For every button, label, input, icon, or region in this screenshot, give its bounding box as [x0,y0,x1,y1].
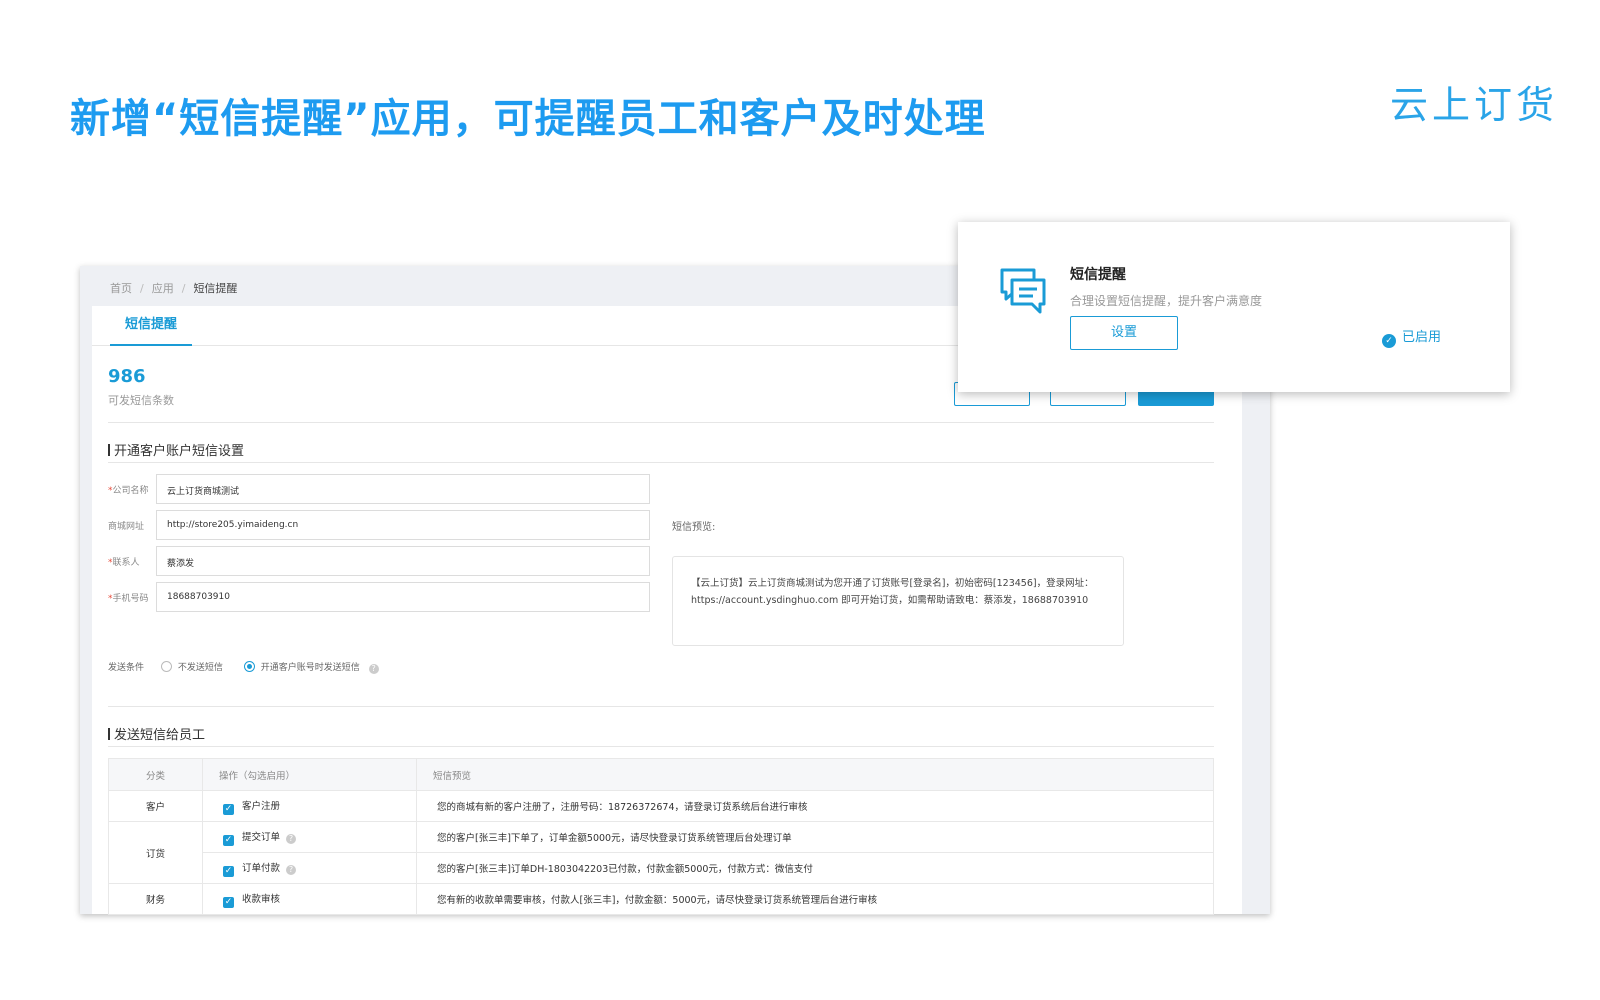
settings-button[interactable]: 设置 [1070,316,1178,350]
help-icon[interactable]: ? [286,864,297,875]
breadcrumb-home[interactable]: 首页 [110,282,132,295]
breadcrumb-current: 短信提醒 [193,282,238,295]
card-description: 合理设置短信提醒，提升客户满意度 [1070,294,1263,308]
action-label: 收款审核 [242,893,281,905]
action-cell: ✓ 订单付款? [202,852,417,884]
store-url-label: 商城网址 [108,522,145,532]
preview-cell: 您的客户[张三丰]下单了，订单金额5000元，请尽快登录订货系统管理后台处理订单 [416,821,1214,853]
column-header-category: 分类 [108,758,203,791]
preview-cell: 您有新的收款单需要审核，付款人[张三丰]，付款金额：5000元，请尽快登录订货系… [416,883,1214,915]
checkbox-checked-icon[interactable]: ✓ [223,865,234,877]
app-card-popup: 短信提醒 合理设置短信提醒，提升客户满意度 设置 ✓ 已启用 [958,222,1510,392]
breadcrumb-separator: / [140,282,144,295]
category-cell: 财务 [108,883,203,915]
help-icon[interactable]: ? [286,833,297,844]
column-header-action: 操作（勾选启用） [202,758,417,791]
table-row: 客户 ✓ 客户注册 您的商城有新的客户注册了，注册号码：18726372674，请… [108,790,1214,822]
radio-send-on-open-label[interactable]: 开通客户账号时发送短信 [261,663,360,673]
category-cell: 客户 [108,790,203,822]
checkbox-checked-icon[interactable]: ✓ [223,803,234,815]
radio-send-on-open[interactable] [243,661,255,672]
company-name-input[interactable]: 云上订货商城测试 [156,474,650,504]
contact-label: *联系人 [108,558,140,568]
action-cell: ✓ 提交订单? [202,821,417,853]
divider [108,706,1214,707]
chat-bubbles-icon [998,266,1050,322]
preview-cell: 您的商城有新的客户注册了，注册号码：18726372674，请登录订货系统后台进… [416,790,1214,822]
checkbox-checked-icon[interactable]: ✓ [223,834,234,846]
sms-preview-label: 短信预览: [672,522,716,533]
divider [108,422,1214,423]
preview-cell: 您的客户[张三丰]订单DH-1803042203已付款，付款金额5000元，付款… [416,852,1214,884]
content-panel: 短信提醒 986 可发短信条数 开通客户账户短信设置 *公司名称 云上订货商城测… [92,306,1242,915]
status-badge: ✓ 已启用 [1382,326,1441,348]
staff-sms-table: 分类 操作（勾选启用） 短信预览 客户 ✓ 客户注册 您的商城有新的客户注册了，注… [108,758,1214,915]
divider [108,462,1214,463]
category-cell: 订货 [108,821,203,884]
check-circle-icon: ✓ [1382,334,1396,348]
customer-section-title: 开通客户账户短信设置 [108,440,244,459]
sms-preview-box: 【云上订货】云上订货商城测试为您开通了订货账号[登录名]，初始密码[123456… [672,556,1124,646]
table-row: ✓ 订单付款? 您的客户[张三丰]订单DH-1803042203已付款，付款金额5… [109,852,1214,884]
send-condition-label: 发送条件 [108,663,145,673]
sms-count: 986 [108,366,146,387]
action-label: 提交订单 [242,831,281,843]
action-label: 订单付款 [242,862,281,874]
send-condition-row: 发送条件 不发送短信 开通客户账号时发送短信 ? [108,660,379,674]
contact-input[interactable]: 蔡添发 [156,546,650,576]
action-cell: ✓ 客户注册 [202,790,417,822]
page-headline: 新增“短信提醒”应用，可提醒员工和客户及时处理 [70,96,986,142]
phone-input[interactable]: 18688703910 [156,582,650,612]
table-row: 财务 ✓ 收款审核 您有新的收款单需要审核，付款人[张三丰]，付款金额：5000元… [108,883,1214,915]
divider [108,746,1214,747]
tab-sms-reminder[interactable]: 短信提醒 [110,306,192,346]
breadcrumb: 首页 / 应用 / 短信提醒 [110,280,237,296]
table-row: 订货 ✓ 提交订单? 您的客户[张三丰]下单了，订单金额5000元，请尽快登录订货… [108,821,1214,884]
action-label: 客户注册 [242,800,281,812]
sms-count-label: 可发短信条数 [108,394,174,407]
store-url-input[interactable]: http://store205.yimaideng.cn [156,510,650,540]
staff-section-title: 发送短信给员工 [108,724,205,743]
breadcrumb-separator: / [181,282,186,295]
card-title: 短信提醒 [1070,267,1126,283]
breadcrumb-apps[interactable]: 应用 [152,282,174,295]
checkbox-checked-icon[interactable]: ✓ [223,896,234,908]
radio-no-sms[interactable] [160,661,172,672]
table-header-row: 分类 操作（勾选启用） 短信预览 [108,758,1214,791]
company-name-label: *公司名称 [108,486,149,496]
brand-logo: 云上订货 [1390,83,1559,127]
action-cell: ✓ 收款审核 [202,883,417,915]
radio-no-sms-label[interactable]: 不发送短信 [178,663,223,673]
column-header-preview: 短信预览 [416,758,1214,791]
help-icon[interactable]: ? [368,664,379,674]
phone-label: *手机号码 [108,594,149,604]
status-text: 已启用 [1402,330,1442,345]
